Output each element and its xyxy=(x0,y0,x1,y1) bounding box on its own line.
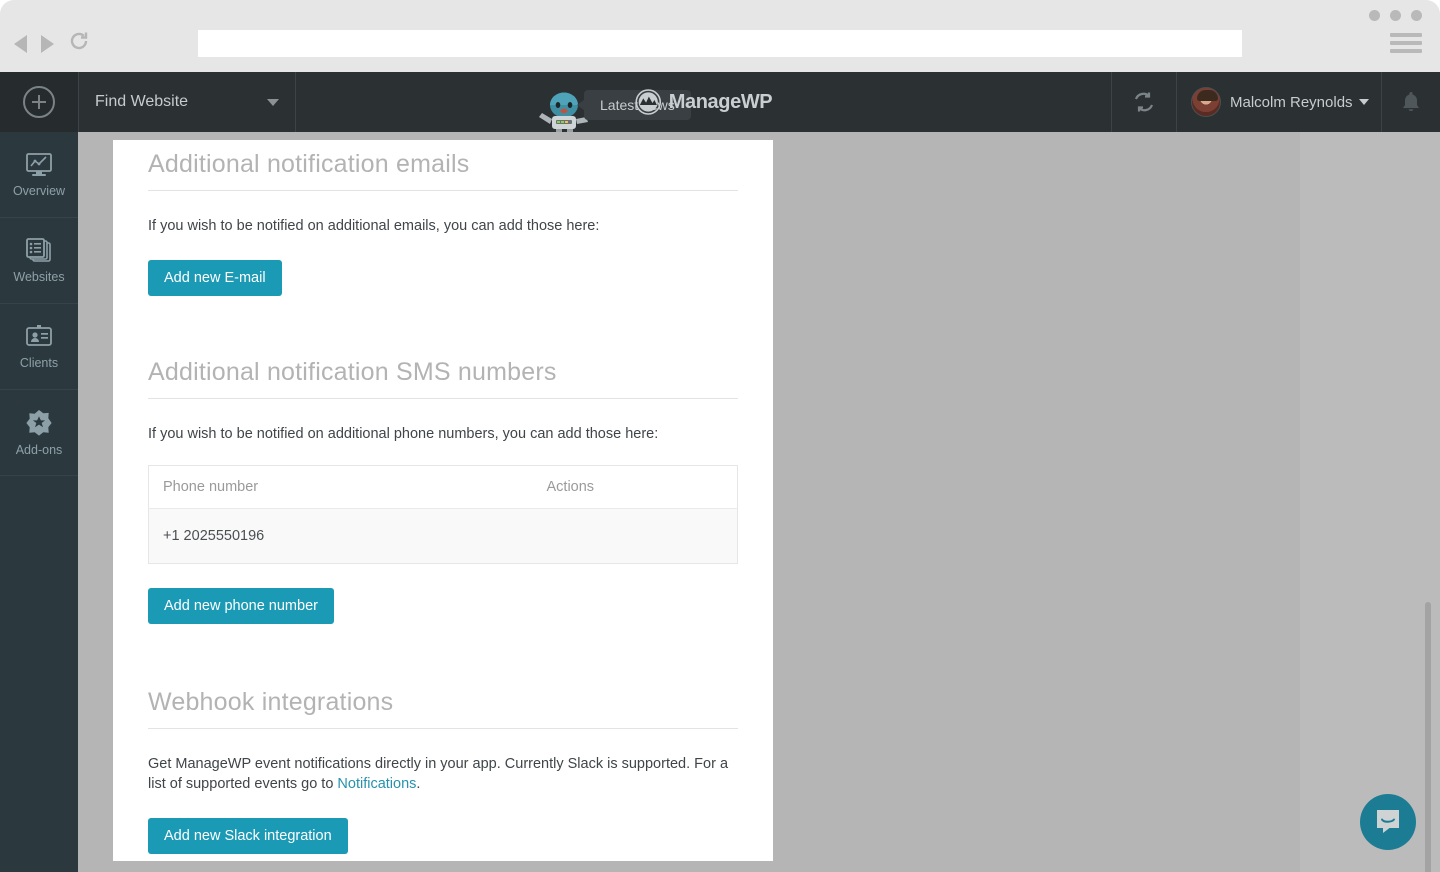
hamburger-line xyxy=(1390,49,1422,53)
section-description-webhook: Get ManageWP event notifications directl… xyxy=(148,754,738,794)
user-avatar xyxy=(1191,87,1221,117)
page-scrollbar[interactable] xyxy=(1422,132,1434,872)
brand-logo: ManageWP xyxy=(634,89,773,115)
browser-nav-controls xyxy=(14,30,90,57)
notification-settings-modal: Additional notification emails If you wi… xyxy=(113,140,773,861)
add-new-phone-number-button[interactable]: Add new phone number xyxy=(148,588,334,624)
chevron-down-icon xyxy=(267,98,279,106)
sidebar-item-label: Overview xyxy=(12,183,66,198)
left-sidebar: Overview Websites Clients Add-ons xyxy=(0,132,78,872)
app-root: Find Website Latest news ManageWP Malcol… xyxy=(0,0,1440,872)
cell-phone-number: +1 2025550196 xyxy=(148,508,533,564)
reload-icon[interactable] xyxy=(68,30,90,57)
scrollbar-thumb[interactable] xyxy=(1425,602,1431,872)
brand-name: ManageWP xyxy=(668,90,773,113)
section-title-webhook: Webhook integrations xyxy=(148,688,738,729)
monitor-chart-icon xyxy=(26,152,52,176)
table-header-row: Phone number Actions xyxy=(148,465,738,509)
user-menu[interactable]: Malcolm Reynolds xyxy=(1177,72,1382,132)
plus-circle-icon xyxy=(23,86,55,118)
table-body: +1 2025550196 xyxy=(148,508,738,564)
sync-refresh-icon xyxy=(1134,92,1154,112)
browser-chrome xyxy=(0,0,1440,72)
back-arrow-icon[interactable] xyxy=(14,34,27,53)
find-website-label: Find Website xyxy=(95,93,189,110)
user-name-label: Malcolm Reynolds xyxy=(1230,93,1353,111)
sidebar-item-label: Websites xyxy=(13,269,65,284)
sync-button[interactable] xyxy=(1111,72,1177,132)
window-dot-1[interactable] xyxy=(1369,10,1380,21)
sidebar-item-addons[interactable]: Add-ons xyxy=(0,390,78,476)
notification-bell-icon xyxy=(1403,92,1419,111)
forward-arrow-icon[interactable] xyxy=(41,34,54,53)
webhook-description-text-1: Get ManageWP event notifications directl… xyxy=(148,756,729,792)
modal-content: Additional notification emails If you wi… xyxy=(113,150,773,854)
chat-launcher-button[interactable] xyxy=(1360,794,1416,850)
hamburger-line xyxy=(1390,33,1422,37)
add-new-slack-integration-button[interactable]: Add new Slack integration xyxy=(148,818,348,854)
cell-actions[interactable] xyxy=(532,508,738,564)
notifications-button[interactable] xyxy=(1382,72,1440,132)
notifications-link[interactable]: Notifications xyxy=(337,776,416,792)
webhook-description-text-2: . xyxy=(416,776,421,792)
table-head: Phone number Actions xyxy=(148,465,738,509)
find-website-dropdown[interactable]: Find Website xyxy=(78,72,296,132)
column-header-actions: Actions xyxy=(532,465,738,509)
managewp-logo-icon xyxy=(634,89,661,115)
add-new-email-button[interactable]: Add new E-mail xyxy=(148,260,282,296)
sidebar-item-overview[interactable]: Overview xyxy=(0,132,78,218)
add-website-button[interactable] xyxy=(0,72,78,132)
sidebar-item-label: Add-ons xyxy=(15,442,63,457)
sidebar-item-clients[interactable]: Clients xyxy=(0,304,78,390)
window-dot-2[interactable] xyxy=(1390,10,1401,21)
column-header-phone-number: Phone number xyxy=(148,465,533,509)
table-row[interactable]: +1 2025550196 xyxy=(148,508,738,564)
section-description-emails: If you wish to be notified on additional… xyxy=(148,218,600,234)
hamburger-menu-icon[interactable] xyxy=(1390,33,1422,53)
stacked-pages-icon xyxy=(26,237,51,262)
app-topbar: Find Website Latest news ManageWP Malcol… xyxy=(0,72,1440,132)
hamburger-line xyxy=(1390,41,1422,45)
url-input[interactable] xyxy=(198,30,1242,57)
sidebar-item-label: Clients xyxy=(19,355,59,370)
news-area: Latest news ManageWP xyxy=(296,72,1111,132)
phone-numbers-table: Phone number Actions +1 2025550196 xyxy=(148,465,738,564)
section-title-sms: Additional notification SMS numbers xyxy=(148,358,738,399)
puzzle-star-icon xyxy=(26,409,52,436)
caret-down-icon xyxy=(1358,99,1369,105)
window-dot-3[interactable] xyxy=(1411,10,1422,21)
section-description-sms: If you wish to be notified on additional… xyxy=(148,426,659,442)
window-controls[interactable] xyxy=(1369,10,1422,21)
chat-bubble-icon xyxy=(1377,810,1399,833)
sidebar-item-websites[interactable]: Websites xyxy=(0,218,78,304)
id-card-icon xyxy=(26,324,52,346)
section-title-emails: Additional notification emails xyxy=(148,150,738,191)
